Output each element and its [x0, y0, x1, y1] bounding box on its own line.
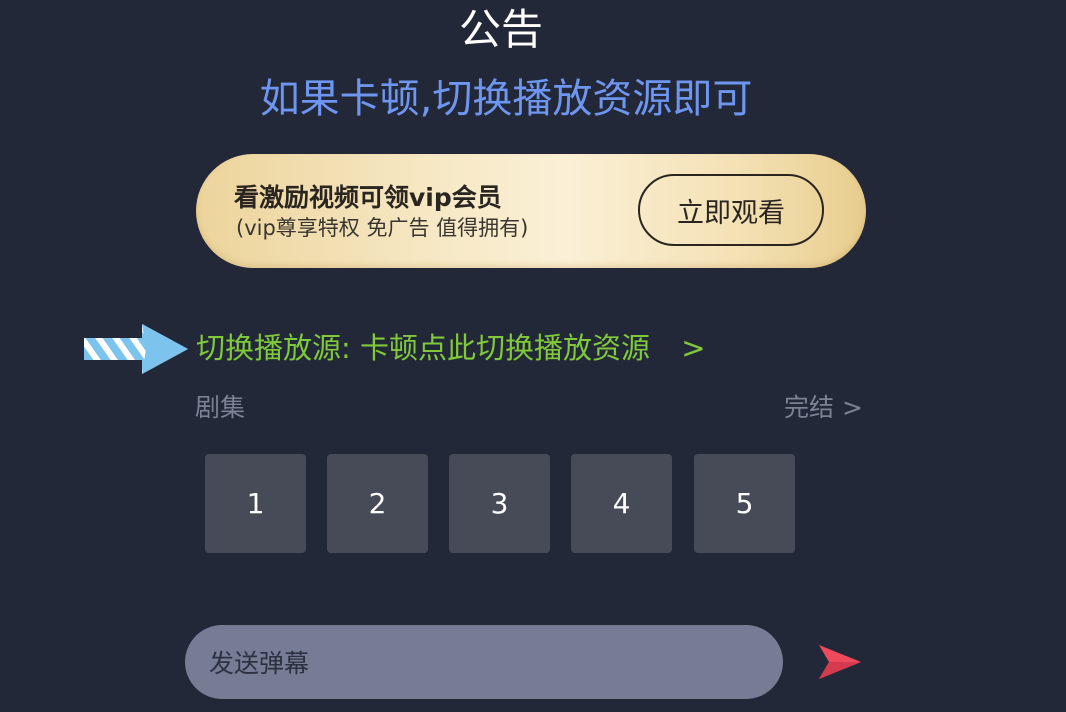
watch-now-button[interactable]: 立即观看 [638, 174, 824, 246]
chevron-right-icon: > [681, 331, 706, 365]
danmaku-input[interactable]: 发送弹幕 [185, 625, 783, 699]
danmaku-placeholder: 发送弹幕 [209, 649, 310, 678]
switch-source-text: 卡顿点此切换播放资源 [360, 331, 651, 365]
switch-source-label: 切换播放源: [196, 331, 351, 365]
episode-button[interactable]: 1 [205, 454, 306, 553]
episode-button[interactable]: 2 [327, 454, 428, 553]
switch-source-link[interactable]: 切换播放源: 卡顿点此切换播放资源 > [196, 328, 706, 368]
notice-title: 公告 [458, 5, 543, 54]
arrow-right-icon [84, 324, 188, 374]
episode-button[interactable]: 3 [449, 454, 550, 553]
send-icon[interactable] [817, 643, 863, 681]
episode-button[interactable]: 5 [694, 454, 795, 553]
episodes-label: 剧集 [195, 393, 246, 422]
episodes-status-link[interactable]: 完结 > [784, 392, 863, 424]
notice-message: 如果卡顿,切换播放资源即可 [259, 76, 753, 122]
vip-banner-subtitle: (vip尊享特权 免广告 值得拥有) [236, 216, 529, 240]
vip-banner[interactable]: 看激励视频可领vip会员 (vip尊享特权 免广告 值得拥有) 立即观看 [196, 154, 866, 268]
episode-button[interactable]: 4 [571, 454, 672, 553]
vip-banner-title: 看激励视频可领vip会员 [234, 183, 502, 212]
